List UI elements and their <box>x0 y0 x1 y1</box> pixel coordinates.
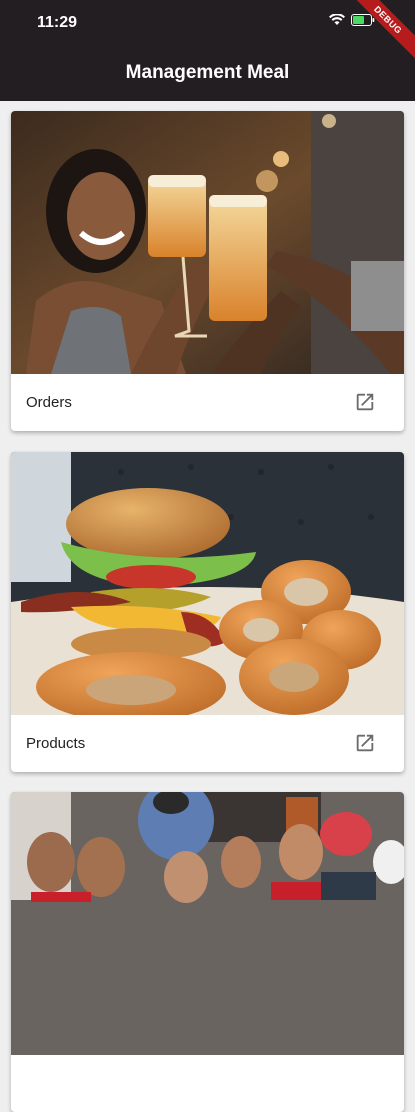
orders-photo <box>11 111 404 374</box>
app-bar: 11:29 Management Meal DEBUG <box>0 0 415 101</box>
products-photo <box>11 452 404 715</box>
status-bar: 11:29 <box>0 0 415 44</box>
card-products[interactable]: Products <box>11 452 404 772</box>
status-time: 11:29 <box>37 14 78 31</box>
card-label-products: Products <box>26 735 86 752</box>
fans-photo <box>11 792 404 1055</box>
wifi-icon <box>329 14 345 25</box>
card-third[interactable] <box>11 792 404 1112</box>
card-footer: Orders <box>11 374 404 431</box>
battery-icon <box>351 14 375 26</box>
open-in-new-icon[interactable] <box>354 732 376 754</box>
card-footer: Products <box>11 715 404 772</box>
open-in-new-icon[interactable] <box>354 391 376 413</box>
card-label-orders: Orders <box>26 394 72 411</box>
page-title: Management Meal <box>125 62 290 83</box>
card-orders[interactable]: Orders <box>11 111 404 431</box>
status-icons <box>329 14 375 26</box>
